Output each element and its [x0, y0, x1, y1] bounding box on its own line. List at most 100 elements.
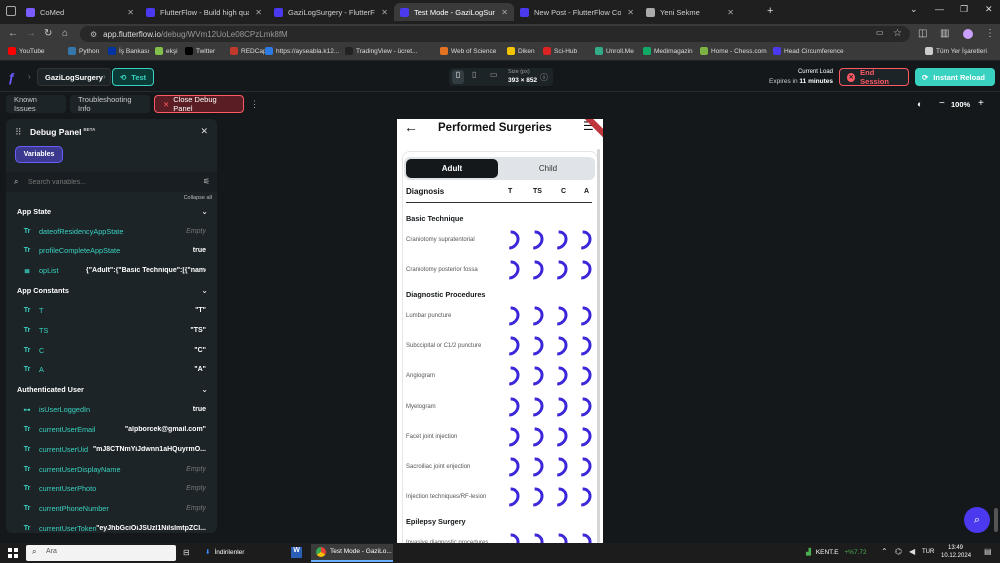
chevron-down-icon[interactable]: ⌄: [201, 286, 208, 295]
info-icon[interactable]: ⓘ: [540, 72, 548, 83]
bookmark-item[interactable]: İş Bankası: [108, 47, 149, 55]
loading-counter-t[interactable]: [496, 302, 524, 330]
clock-time[interactable]: 13:49: [948, 545, 963, 551]
variable-row[interactable]: Tr currentUserToken "eyJhbGciOiJSUzI1NiIsI…: [6, 518, 217, 533]
search-variables-input[interactable]: [28, 175, 188, 189]
tab-close-icon[interactable]: ✕: [621, 8, 634, 17]
known-issues-button[interactable]: Known Issues: [6, 95, 66, 113]
bookmark-item[interactable]: Web of Science: [440, 47, 496, 55]
windows-start-icon[interactable]: [8, 548, 18, 558]
variable-section-header[interactable]: App Constants ⌄: [6, 280, 217, 300]
loading-counter-t[interactable]: [496, 483, 524, 511]
chrome-taskbar-item[interactable]: Test Mode - GaziLo...: [311, 544, 393, 562]
chevron-down-icon[interactable]: ⌄: [910, 4, 918, 15]
loading-counter-ts[interactable]: [520, 226, 548, 254]
end-session-button[interactable]: ✕ End Session: [839, 68, 909, 86]
browser-tab[interactable]: CoMed ✕: [20, 3, 140, 21]
window-close-icon[interactable]: ✕: [985, 4, 993, 15]
zoom-in-button[interactable]: +: [978, 98, 984, 109]
loading-counter-t[interactable]: [496, 332, 524, 360]
browser-tab[interactable]: New Post - FlutterFlow Commu...✕: [514, 3, 640, 21]
scrollbar[interactable]: [597, 149, 600, 543]
browser-tab[interactable]: FlutterFlow - Build high quality...✕: [140, 3, 268, 21]
variable-row[interactable]: Tr currentUserPhoto Empty: [6, 479, 217, 499]
tab-close-icon[interactable]: ✕: [121, 8, 134, 17]
stock-ticker[interactable]: ▟ KENT.E +%7.72: [806, 548, 867, 556]
variable-row[interactable]: Tr T "T": [6, 300, 217, 320]
notifications-icon[interactable]: ▤: [984, 547, 992, 556]
bookmark-item[interactable]: Tüm Yer İşaretleri: [925, 47, 987, 55]
maximize-icon[interactable]: ❐: [960, 4, 968, 15]
variable-row[interactable]: Tr C "C": [6, 340, 217, 360]
loading-counter-ts[interactable]: [520, 332, 548, 360]
bookmark-star-icon[interactable]: ☆: [893, 28, 902, 39]
loading-counter-c[interactable]: [544, 453, 572, 481]
bookmark-item[interactable]: Head Circumference: [773, 47, 844, 55]
new-tab-button[interactable]: +: [767, 5, 773, 17]
variable-row[interactable]: Tr dateofResidencyAppState Empty: [6, 221, 217, 241]
home-icon[interactable]: ⌂: [62, 28, 68, 39]
tab-close-icon[interactable]: ✕: [495, 8, 508, 17]
tab-close-icon[interactable]: ✕: [721, 8, 734, 17]
test-mode-badge[interactable]: ⟲ Test: [112, 68, 155, 86]
loading-counter-ts[interactable]: [520, 423, 548, 451]
variable-row[interactable]: Tr currentUserUid "mJ8CTNmYiJdwnn1aHQuyrmO…: [6, 439, 217, 459]
loading-counter-ts[interactable]: [520, 483, 548, 511]
flutterflow-logo-icon[interactable]: ƒ: [8, 70, 15, 85]
browser-tab[interactable]: GaziLogSurgery - FlutterFlow✕: [268, 3, 394, 21]
desktop-device-icon[interactable]: ▭: [490, 70, 498, 79]
language-indicator[interactable]: TUR: [922, 549, 934, 555]
loading-counter-c[interactable]: [544, 256, 572, 284]
bookmark-item[interactable]: Python: [68, 47, 99, 55]
loading-counter-c[interactable]: [544, 362, 572, 390]
url-input[interactable]: ⚙ app.flutterflow.io/debug/WVm12UoLe08CP…: [80, 26, 910, 42]
troubleshooting-info-button[interactable]: Troubleshooting Info: [70, 95, 150, 113]
loading-counter-c[interactable]: [544, 302, 572, 330]
variable-row[interactable]: Tr A "A": [6, 360, 217, 380]
tray-chevron-icon[interactable]: ⌃: [881, 547, 888, 556]
word-app-icon[interactable]: W: [291, 547, 302, 558]
network-icon[interactable]: ⌬: [895, 547, 902, 556]
phone-device-icon[interactable]: ▯: [452, 70, 464, 84]
loading-counter-ts[interactable]: [520, 393, 548, 420]
loading-counter-t[interactable]: [496, 423, 524, 451]
bookmark-item[interactable]: TradingView - ücret...: [345, 47, 417, 55]
dark-mode-icon[interactable]: ◐: [917, 99, 922, 109]
filter-icon[interactable]: ⚟: [203, 177, 210, 186]
more-menu-icon[interactable]: ⋮: [985, 28, 995, 39]
clock-date[interactable]: 10.12.2024: [941, 553, 971, 559]
reload-icon[interactable]: ↻: [44, 28, 52, 39]
variables-tab[interactable]: Variables: [15, 146, 63, 163]
variable-row[interactable]: Tr currentUserDisplayName Empty: [6, 459, 217, 479]
loading-counter-c[interactable]: [544, 423, 572, 451]
loading-counter-ts[interactable]: [520, 362, 548, 390]
bookmark-item[interactable]: REDCap: [230, 47, 267, 55]
bookmark-item[interactable]: Medimagazin: [643, 47, 693, 55]
project-name-button[interactable]: GaziLogSurgery: [37, 68, 111, 86]
site-info-icon[interactable]: ⚙: [90, 30, 97, 39]
task-view-icon[interactable]: ⊟: [183, 548, 190, 557]
panel-close-icon[interactable]: ✕: [200, 126, 208, 137]
drag-handle-icon[interactable]: ⠿: [15, 127, 22, 138]
loading-counter-t[interactable]: [496, 393, 524, 420]
loading-counter-t[interactable]: [496, 226, 524, 254]
loading-counter-t[interactable]: [496, 453, 524, 481]
loading-counter-ts[interactable]: [520, 256, 548, 284]
zoom-out-button[interactable]: −: [939, 98, 945, 109]
variable-row[interactable]: ⊶ isUserLoggedIn true: [6, 400, 217, 420]
cast-icon[interactable]: ▭: [876, 28, 884, 37]
bookmark-item[interactable]: Home - Chess.com: [700, 47, 767, 55]
loading-counter-c[interactable]: [544, 226, 572, 254]
chevron-down-icon[interactable]: ⌄: [201, 207, 208, 216]
back-icon[interactable]: ←: [8, 28, 18, 39]
loading-counter-t[interactable]: [496, 256, 524, 284]
floating-search-button[interactable]: ⌕: [964, 507, 990, 533]
variable-section-header[interactable]: Authenticated User ⌄: [6, 380, 217, 400]
profile-avatar[interactable]: [963, 29, 973, 39]
loading-counter-c[interactable]: [544, 483, 572, 511]
chevron-down-icon[interactable]: ⌄: [201, 385, 208, 394]
sidepanel-icon[interactable]: ▥: [940, 28, 949, 39]
bookmark-item[interactable]: https://ayseabla.k12...: [265, 47, 339, 55]
browser-tab[interactable]: Test Mode - GaziLogSurgery✕: [394, 3, 514, 21]
back-arrow-icon[interactable]: ←: [404, 119, 418, 135]
